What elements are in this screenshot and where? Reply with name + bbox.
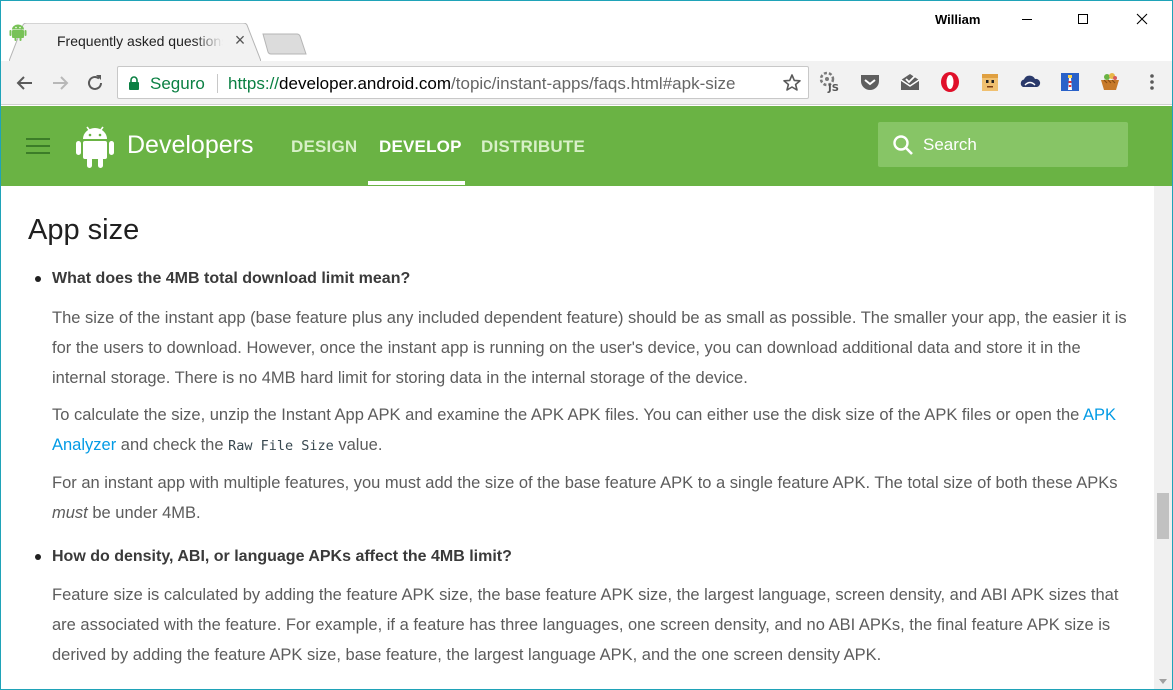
main-content: App size What does the 4MB total downloa… xyxy=(1,186,1154,689)
bookmark-star-icon[interactable] xyxy=(782,73,802,93)
pocket-icon[interactable] xyxy=(859,71,881,93)
profile-name[interactable]: William xyxy=(935,12,980,27)
nav-distribute[interactable]: DISTRIBUTE xyxy=(481,137,585,157)
url-scheme: https:// xyxy=(228,74,280,93)
site-header: Developers DESIGN DEVELOP DISTRIBUTE Sea… xyxy=(1,106,1172,186)
omnibox-divider xyxy=(217,74,218,93)
url-path: /topic/instant-apps/faqs.html#apk-size xyxy=(451,74,736,93)
list-bullet xyxy=(35,276,41,282)
paragraph-text: and check the xyxy=(116,436,229,454)
search-icon xyxy=(893,135,913,155)
back-button[interactable] xyxy=(13,71,37,95)
mail-check-icon[interactable] xyxy=(899,71,921,93)
security-status[interactable]: Seguro xyxy=(150,74,205,94)
list-bullet xyxy=(35,554,41,560)
nav-design[interactable]: DESIGN xyxy=(291,137,357,157)
minimize-button[interactable] xyxy=(1005,5,1049,33)
paragraph-text: value. xyxy=(333,436,383,454)
faq-paragraph: To calculate the size, unzip the Instant… xyxy=(52,400,1132,461)
reload-icon xyxy=(88,75,102,90)
faq-paragraph: The size of the instant app (base featur… xyxy=(52,309,1127,387)
browser-toolbar: Seguro https://developer.android.com/top… xyxy=(1,61,1172,105)
lock-icon[interactable] xyxy=(128,76,140,90)
search-placeholder: Search xyxy=(923,135,977,154)
emphasis-text: must xyxy=(52,504,88,522)
cloud-icon[interactable] xyxy=(1019,71,1041,93)
url-text[interactable]: https://developer.android.com/topic/inst… xyxy=(228,74,735,94)
section-heading: App size xyxy=(28,214,140,246)
active-tab[interactable]: Frequently asked questions × xyxy=(9,23,261,61)
lighthouse-icon[interactable] xyxy=(1059,71,1081,93)
faq-question: How do density, ABI, or language APKs af… xyxy=(52,548,512,565)
nav-active-indicator xyxy=(368,181,465,185)
url-host: developer.android.com xyxy=(279,74,452,93)
inline-code: Raw File Size xyxy=(228,438,334,454)
svg-text:JS: JS xyxy=(827,83,839,93)
site-search-input[interactable]: Search xyxy=(878,122,1128,167)
hamburger-menu-icon[interactable] xyxy=(26,138,50,154)
tab-strip: Frequently asked questions × William xyxy=(1,1,1172,61)
close-icon xyxy=(1136,13,1148,25)
minimize-icon xyxy=(1022,19,1032,20)
forward-button[interactable] xyxy=(48,71,72,95)
reload-button[interactable] xyxy=(83,71,107,95)
basket-icon[interactable] xyxy=(1099,71,1121,93)
android-favicon-icon xyxy=(9,24,27,41)
address-bar[interactable]: Seguro https://developer.android.com/top… xyxy=(117,66,809,99)
new-tab-button[interactable] xyxy=(261,33,307,55)
javascript-toggle-icon[interactable]: JS xyxy=(819,71,841,93)
scroll-down-arrow-icon[interactable] xyxy=(1159,679,1167,684)
browser-window: Frequently asked questions × William Seg… xyxy=(0,0,1173,690)
opera-icon[interactable] xyxy=(939,71,961,93)
paragraph-text: For an instant app with multiple feature… xyxy=(52,474,1118,492)
paragraph-text: be under 4MB. xyxy=(87,504,201,522)
arrow-right-icon xyxy=(53,76,69,90)
nav-develop[interactable]: DEVELOP xyxy=(379,137,462,157)
tab-close-icon[interactable]: × xyxy=(231,31,249,49)
faq-paragraph: For an instant app with multiple feature… xyxy=(52,468,1132,528)
scrollbar-thumb[interactable] xyxy=(1157,493,1169,539)
faq-question: What does the 4MB total download limit m… xyxy=(52,270,411,287)
maximize-button[interactable] xyxy=(1061,5,1105,33)
arrow-left-icon xyxy=(16,76,32,90)
more-menu-icon[interactable] xyxy=(1141,71,1163,93)
brand-title[interactable]: Developers xyxy=(127,131,253,160)
faq-paragraph: Feature size is calculated by adding the… xyxy=(52,586,1119,664)
android-logo-icon[interactable] xyxy=(75,122,115,170)
page-scrollbar[interactable] xyxy=(1154,186,1172,689)
close-window-button[interactable] xyxy=(1120,5,1164,33)
tab-title: Frequently asked questions xyxy=(57,33,223,49)
maximize-icon xyxy=(1078,14,1088,24)
robot-face-icon[interactable] xyxy=(979,71,1001,93)
paragraph-text: To calculate the size, unzip the Instant… xyxy=(52,406,1083,424)
